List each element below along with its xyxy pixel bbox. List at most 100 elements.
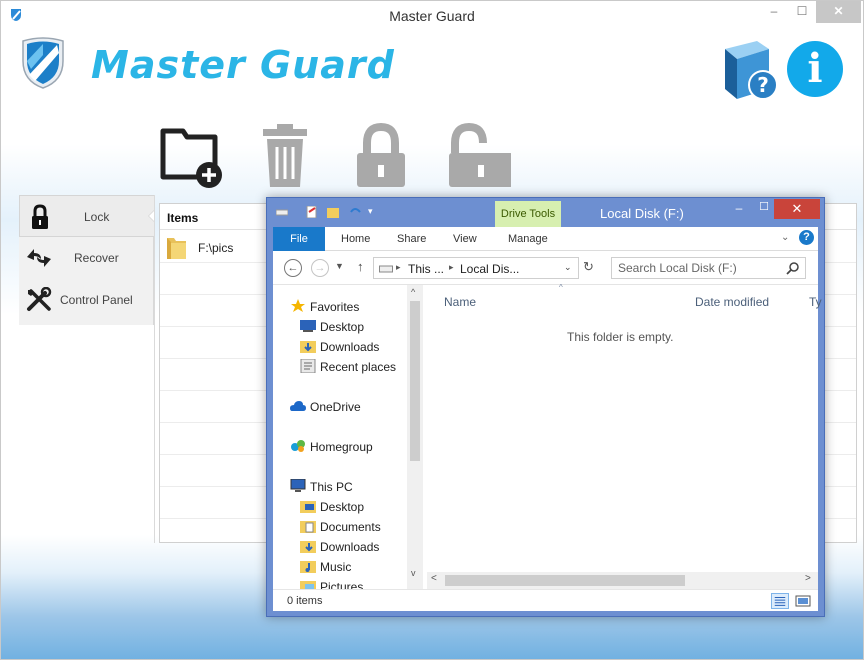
add-folder-button[interactable] [157,121,227,191]
scroll-down-icon[interactable]: v [411,568,416,578]
nav-label: Recent places [320,360,397,374]
navigation-pane: Favorites Desktop Downloads Recent place… [273,285,427,596]
column-header-name[interactable]: Name [444,295,476,309]
star-icon [291,299,305,312]
customize-quick-access-icon[interactable]: ▾ [368,206,380,218]
back-button[interactable]: ← [284,259,302,277]
help-book-icon[interactable]: ? [719,39,781,103]
column-header-type[interactable]: Ty [809,295,822,309]
file-list: ^ Name Date modified Ty This folder is e… [427,283,822,596]
help-icon[interactable]: ? [799,230,814,245]
recent-locations-icon[interactable]: ▼ [335,261,344,271]
downloads-folder-icon [300,341,316,353]
explorer-content: Favorites Desktop Downloads Recent place… [273,283,822,596]
trash-button[interactable] [255,121,325,191]
info-button[interactable]: i [787,41,843,97]
documents-folder-icon [300,521,316,533]
sidebar: Lock Recover Control Panel [19,195,155,325]
window-title: Master Guard [389,8,475,24]
explorer-window: ▾ Drive Tools Local Disk (F:) – ☐ ✕ File… [266,197,825,617]
explorer-minimize-button[interactable]: – [729,201,749,219]
lock-button[interactable] [347,121,417,191]
column-header-date-modified[interactable]: Date modified [695,295,769,309]
expand-ribbon-icon[interactable]: ⌄ [781,232,789,243]
search-box[interactable] [611,257,806,279]
horizontal-scroll-thumb[interactable] [445,575,685,586]
scroll-left-icon[interactable]: < [431,573,437,584]
breadcrumb-separator[interactable]: ▸ [396,262,401,273]
shield-logo-icon [22,37,64,89]
nav-label: OneDrive [310,400,361,414]
search-icon[interactable] [786,261,800,275]
address-field[interactable]: ▸ This ... ▸ Local Dis... ⌄ [373,257,579,279]
nav-label: Favorites [310,300,360,314]
explorer-maximize-button[interactable]: ☐ [754,200,774,218]
nav-scroll-thumb[interactable] [410,301,420,461]
explorer-close-button[interactable]: ✕ [774,199,820,219]
nav-label: Documents [320,520,381,534]
sidebar-item-lock[interactable]: Lock [19,195,155,237]
nav-label: Downloads [320,340,380,354]
ribbon-tabs: File Home Share View Manage ⌄ ? [273,227,818,251]
forward-button[interactable]: → [311,259,329,277]
minimize-button[interactable]: – [763,1,785,23]
recover-arrows-icon [27,249,51,267]
search-input[interactable] [618,259,778,277]
sort-indicator-icon: ^ [559,283,563,292]
drive-icon [379,265,393,273]
scroll-up-icon[interactable]: ^ [411,287,415,297]
details-view-icon[interactable] [771,593,789,609]
undo-icon[interactable] [349,206,361,218]
folder-icon [167,238,186,259]
nav-label: Desktop [320,500,365,514]
column-header-items: Items [167,211,199,225]
horizontal-scrollbar[interactable]: < > [427,572,818,589]
properties-icon[interactable] [306,206,318,218]
breadcrumb-local-disk[interactable]: Local Dis... [460,262,519,276]
tools-icon [27,287,52,311]
refresh-button[interactable]: ↻ [583,259,594,275]
large-icons-view-icon[interactable] [794,593,812,609]
tab-home[interactable]: Home [341,233,370,245]
sidebar-item-label: Recover [74,251,119,265]
music-folder-icon [300,561,316,573]
lock-icon [32,204,48,229]
sidebar-item-recover[interactable]: Recover [19,237,154,279]
nav-scrollbar[interactable]: ^ v [407,285,423,596]
maximize-button[interactable]: ☐ [791,1,813,23]
onedrive-icon [290,401,306,411]
sidebar-item-label: Lock [84,210,110,224]
drive-tools-context-tab[interactable]: Drive Tools [495,201,561,227]
nav-label: Music [320,560,352,574]
tab-view[interactable]: View [453,233,477,245]
brand-logo-text: Master Guard [91,43,395,87]
sidebar-item-control-panel[interactable]: Control Panel [19,279,154,321]
tab-file[interactable]: File [273,227,325,251]
up-button[interactable]: ↑ [357,259,364,274]
nav-label: Desktop [320,320,365,334]
recent-places-icon [300,359,316,373]
item-count: 0 items [287,595,323,607]
computer-icon [290,479,306,492]
downloads-folder-icon [300,541,316,553]
desktop-icon [300,320,316,332]
breadcrumb-this-pc[interactable]: This ... [408,262,444,276]
table-row[interactable]: F:\pics [198,241,233,255]
tab-share[interactable]: Share [397,233,426,245]
scroll-right-icon[interactable]: > [805,573,811,584]
unlock-button[interactable] [441,121,511,191]
sidebar-item-label: Control Panel [60,293,133,307]
tab-manage[interactable]: Manage [508,233,548,245]
nav-label: Homegroup [310,440,373,454]
explorer-title: Local Disk (F:) [600,206,684,221]
drive-icon [276,209,288,216]
new-folder-icon[interactable] [327,206,339,218]
address-bar-row: ← → ▼ ↑ ▸ This ... ▸ Local Dis... ⌄ ↻ [273,251,818,285]
sidebar-divider [154,195,155,543]
address-dropdown-icon[interactable]: ⌄ [564,262,572,273]
desktop-folder-icon [300,501,316,513]
homegroup-icon [291,440,305,452]
close-button[interactable]: ✕ [816,1,861,23]
explorer-title-bar[interactable]: ▾ Drive Tools Local Disk (F:) – ☐ ✕ [267,198,824,227]
breadcrumb-separator[interactable]: ▸ [449,262,454,273]
